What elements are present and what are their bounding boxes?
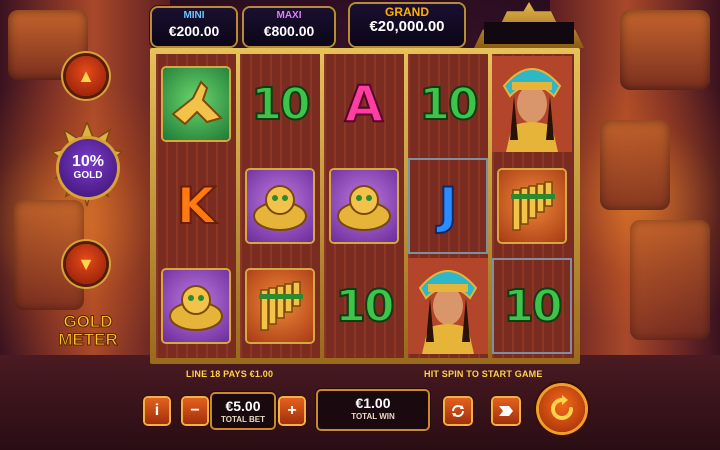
- aztec-queen-icon: [408, 258, 488, 354]
- purple-mask-tile: [331, 170, 397, 242]
- purple-mask-tile: [163, 270, 229, 342]
- hit-spin-message: HIT SPIN TO START GAME: [424, 369, 543, 379]
- symbol-purple-mask: [240, 158, 320, 254]
- panflute-icon: [511, 181, 555, 231]
- reels-area: K 10 A 10 10 J 10: [156, 54, 574, 358]
- jackpot-mini: MINI €200.00: [152, 8, 236, 46]
- symbol-10: 10: [408, 56, 488, 152]
- symbol-a-letter: A: [344, 74, 385, 134]
- temple-stone: [630, 220, 710, 340]
- symbol-k-letter: K: [176, 176, 217, 236]
- total-bet-value: €5.00: [225, 398, 261, 414]
- symbol-purple-mask: [324, 158, 404, 254]
- aztec-queen-icon: [492, 56, 572, 152]
- green-bird-tile: [163, 68, 229, 140]
- gold-meter-unit: GOLD: [73, 170, 103, 181]
- jackpot-mini-label: MINI: [183, 10, 205, 21]
- spin-icon: [551, 395, 573, 420]
- gold-meter-percent: 10%: [71, 153, 105, 170]
- info-button[interactable]: i: [145, 398, 169, 424]
- gold-meter-title-line2: METER: [58, 330, 119, 349]
- symbol-10: 10: [324, 258, 404, 354]
- total-bet-panel: €5.00 TOTAL BET: [212, 394, 274, 428]
- gold-meter-title: GOLD METER: [48, 312, 128, 349]
- symbol-j-letter: J: [438, 176, 459, 236]
- arrow-down-icon: ▼: [77, 253, 95, 274]
- turbo-icon: [499, 406, 513, 416]
- jackpot-maxi-label: MAXI: [276, 10, 302, 21]
- orange-panflute-tile: [499, 170, 565, 242]
- temple-top-ornament-inner: [484, 22, 574, 44]
- symbol-purple-mask: [156, 258, 236, 354]
- temple-stone: [620, 10, 710, 90]
- total-win-panel: €1.00 TOTAL WIN: [318, 391, 428, 429]
- spin-button[interactable]: [539, 386, 585, 432]
- symbol-a: A: [324, 56, 404, 152]
- symbol-10: 10: [240, 56, 320, 152]
- orange-panflute-tile: [247, 270, 313, 342]
- symbol-green-bird: [156, 56, 236, 152]
- symbol-10-text: 10: [334, 280, 395, 333]
- total-bet-label: TOTAL BET: [221, 415, 265, 424]
- reel-5: 10: [492, 54, 572, 358]
- total-win-value: €1.00: [355, 395, 391, 411]
- autoplay-icon: [452, 405, 464, 417]
- symbol-10-text: 10: [502, 280, 563, 333]
- gold-meter-up-button[interactable]: ▲: [66, 56, 106, 96]
- symbol-k: K: [156, 158, 236, 254]
- symbol-queen: [492, 56, 572, 152]
- reel-3: A 10: [324, 54, 404, 358]
- gold-meter-down-button[interactable]: ▼: [66, 244, 106, 284]
- jackpot-maxi-value: €800.00: [263, 23, 315, 39]
- jackpot-grand: GRAND €20,000.00: [350, 4, 464, 46]
- purple-mask-tile: [247, 170, 313, 242]
- golden-bird-icon: [171, 80, 223, 126]
- jackpot-mini-value: €200.00: [168, 23, 220, 39]
- turbo-button[interactable]: [493, 398, 519, 424]
- gold-mask-bracelet-icon: [337, 185, 391, 231]
- symbol-queen: [408, 258, 488, 354]
- autoplay-button[interactable]: [445, 398, 471, 424]
- reel-4: 10 J: [408, 54, 488, 358]
- gold-meter-title-line1: GOLD: [63, 312, 113, 331]
- gold-mask-bracelet-icon: [253, 185, 307, 231]
- game-scene: MINI €200.00 MAXI €800.00 GRAND €20,000.…: [0, 0, 720, 450]
- symbol-10-text: 10: [250, 78, 311, 131]
- minus-icon: −: [190, 402, 200, 419]
- total-win-label: TOTAL WIN: [351, 412, 395, 421]
- info-icon: i: [154, 402, 160, 419]
- panflute-icon: [259, 281, 303, 331]
- temple-stone: [600, 120, 670, 210]
- symbol-orange-panflute: [240, 258, 320, 354]
- symbol-10-text: 10: [418, 78, 479, 131]
- arrow-up-icon: ▲: [77, 65, 95, 86]
- gold-mask-bracelet-icon: [169, 285, 223, 331]
- reel-1: K: [156, 54, 236, 358]
- jackpot-grand-label: GRAND: [385, 5, 429, 19]
- jackpot-maxi: MAXI €800.00: [244, 8, 334, 46]
- symbol-10: 10: [492, 258, 572, 354]
- reel-2: 10: [240, 54, 320, 358]
- symbol-j: J: [408, 158, 488, 254]
- gold-meter-display: 10% GOLD: [59, 139, 117, 197]
- plus-icon: +: [287, 402, 297, 419]
- symbol-orange-panflute: [492, 158, 572, 254]
- decrease-bet-button[interactable]: −: [183, 398, 207, 424]
- line-pays-message: LINE 18 PAYS €1.00: [186, 369, 274, 379]
- increase-bet-button[interactable]: +: [280, 398, 304, 424]
- jackpot-grand-value: €20,000.00: [369, 18, 445, 35]
